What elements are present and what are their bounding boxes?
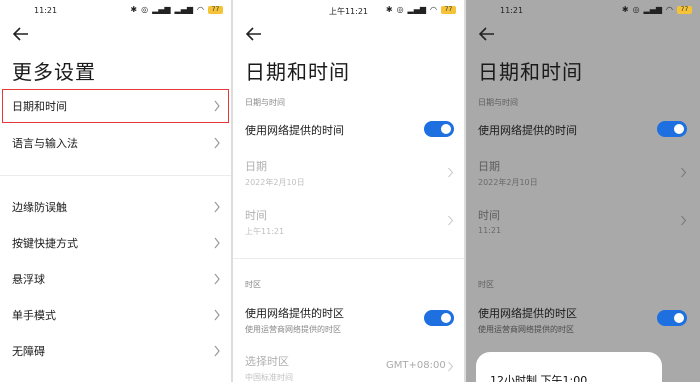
time-format-sheet: 12小时制 下午1:00 <box>476 352 662 382</box>
bluetooth-icon: ✱ <box>621 5 629 14</box>
more-settings-screen: 11:21 ✱ ◎ ▂▄▆ ▂▄▆ ◠ 77 更多设置 日期和时间 语言与输入法… <box>0 0 231 382</box>
time-value: 上午11:21 <box>245 227 285 236</box>
use-network-time-toggle[interactable] <box>657 121 687 137</box>
divider <box>0 175 231 176</box>
select-timezone-sub: 中国标准时间 <box>245 373 293 382</box>
date-time-screen-dimmed: 11:21 ✱ ◎ ▂▄▆ ◠ 77 日期和时间 日期与时间 使用网络提供的时间… <box>466 0 700 382</box>
use-network-tz-row: 使用网络提供的时区 使用运营商网络提供的时区 <box>245 305 344 335</box>
menu-item-label: 单手模式 <box>12 309 56 322</box>
date-row[interactable]: 日期 2022年2月10日 <box>478 158 538 188</box>
wifi-icon: ◠ <box>430 5 437 14</box>
use-network-time-row: 使用网络提供的时间 <box>245 122 344 138</box>
menu-item-label: 悬浮球 <box>12 273 45 286</box>
chevron-right-icon <box>681 215 687 226</box>
date-row[interactable]: 日期 2022年2月10日 <box>245 158 305 188</box>
time-value: 11:21 <box>478 226 502 235</box>
status-icons: ✱ ◎ ▂▄▆ ▂▄▆ ◠ 77 <box>130 5 223 14</box>
status-time: 11:21 <box>34 6 58 15</box>
battery-icon: 77 <box>677 5 692 14</box>
use-network-tz-label: 使用网络提供的时区 <box>478 307 577 320</box>
status-bar: 11:21 ✱ ◎ ▂▄▆ ◠ 77 <box>466 5 700 19</box>
menu-item-label: 按键快捷方式 <box>12 237 78 250</box>
chevron-right-icon <box>214 137 220 149</box>
menu-item-date-time[interactable]: 日期和时间 <box>0 89 231 125</box>
status-icons: ✱ ◎ ▂▄▆ ◠ 77 <box>622 5 692 14</box>
date-time-screen: 上午11:21 ✱ ◎ ▂▄▆ ◠ 77 日期和时间 日期与时间 使用网络提供的… <box>233 0 464 382</box>
select-timezone-label: 选择时区 <box>245 355 289 368</box>
signal-icon: ▂▄▆ <box>407 5 427 14</box>
alarm-icon: ◎ <box>141 5 149 14</box>
menu-item-floating-ball[interactable]: 悬浮球 <box>0 262 231 298</box>
signal-icon: ▂▄▆ <box>643 5 663 14</box>
menu-item-button-shortcuts[interactable]: 按键快捷方式 <box>0 226 231 262</box>
wifi-icon: ◠ <box>666 5 673 14</box>
alarm-icon: ◎ <box>632 5 640 14</box>
chevron-right-icon <box>214 201 220 213</box>
time-label: 时间 <box>478 209 500 222</box>
battery-icon: 77 <box>208 5 223 14</box>
select-timezone-row[interactable]: 选择时区 中国标准时间 <box>245 353 293 382</box>
wifi-icon: ◠ <box>197 5 204 14</box>
divider <box>233 258 464 259</box>
use-network-time-label: 使用网络提供的时间 <box>478 124 577 137</box>
chevron-right-icon <box>214 237 220 249</box>
time-label: 时间 <box>245 209 267 222</box>
signal-icon-2: ▂▄▆ <box>174 5 194 14</box>
use-network-tz-toggle[interactable] <box>424 310 454 326</box>
section-header: 日期与时间 <box>478 98 518 107</box>
menu-item-label: 语言与输入法 <box>12 137 78 150</box>
time-row[interactable]: 时间 上午11:21 <box>245 207 284 237</box>
menu-item-language-input[interactable]: 语言与输入法 <box>0 126 231 162</box>
use-network-tz-row: 使用网络提供的时区 使用运营商网络提供的时区 <box>478 305 577 335</box>
menu-item-accessibility[interactable]: 无障碍 <box>0 334 231 370</box>
use-network-tz-sub: 使用运营商网络提供的时区 <box>478 325 574 334</box>
bluetooth-icon: ✱ <box>385 5 393 14</box>
page-title: 日期和时间 <box>245 60 350 84</box>
gmt-value: GMT+08:00 <box>386 360 446 371</box>
date-value: 2022年2月10日 <box>245 178 305 187</box>
chevron-right-icon <box>214 309 220 321</box>
use-network-time-toggle[interactable] <box>424 121 454 137</box>
alarm-icon: ◎ <box>396 5 404 14</box>
page-title: 日期和时间 <box>478 60 583 84</box>
chevron-right-icon <box>214 100 220 112</box>
status-bar: 上午11:21 ✱ ◎ ▂▄▆ ◠ 77 <box>233 5 464 19</box>
screenshot-composite: 11:21 ✱ ◎ ▂▄▆ ▂▄▆ ◠ 77 更多设置 日期和时间 语言与输入法… <box>0 0 700 382</box>
bluetooth-icon: ✱ <box>130 5 138 14</box>
page-title: 更多设置 <box>12 60 96 84</box>
use-network-tz-toggle[interactable] <box>657 310 687 326</box>
use-network-time-row: 使用网络提供的时间 <box>478 122 577 138</box>
battery-icon: 77 <box>441 5 456 14</box>
status-bar: 11:21 ✱ ◎ ▂▄▆ ▂▄▆ ◠ 77 <box>0 5 231 19</box>
back-arrow-icon[interactable] <box>478 25 496 43</box>
chevron-right-icon <box>448 167 454 178</box>
signal-icon: ▂▄▆ <box>152 5 171 14</box>
chevron-right-icon <box>214 345 220 357</box>
section-header: 时区 <box>478 280 494 289</box>
menu-item-label: 日期和时间 <box>12 100 67 113</box>
chevron-right-icon <box>681 167 687 178</box>
back-arrow-icon[interactable] <box>12 25 30 43</box>
status-icons: ✱ ◎ ▂▄▆ ◠ 77 <box>386 5 456 14</box>
menu-item-edge-protection[interactable]: 边缘防误触 <box>0 190 231 226</box>
status-time: 11:21 <box>500 6 524 15</box>
use-network-time-label: 使用网络提供的时间 <box>245 124 344 137</box>
date-label: 日期 <box>245 160 267 173</box>
section-header: 时区 <box>245 280 261 289</box>
chevron-right-icon <box>448 361 454 372</box>
use-network-tz-label: 使用网络提供的时区 <box>245 307 344 320</box>
chevron-right-icon <box>448 215 454 226</box>
date-value: 2022年2月10日 <box>478 178 538 187</box>
time-format-option[interactable]: 12小时制 下午1:00 <box>490 372 587 382</box>
section-header: 日期与时间 <box>245 98 285 107</box>
back-arrow-icon[interactable] <box>245 25 263 43</box>
use-network-tz-sub: 使用运营商网络提供的时区 <box>245 325 341 334</box>
menu-item-label: 边缘防误触 <box>12 201 67 214</box>
menu-item-label: 无障碍 <box>12 345 45 358</box>
time-row[interactable]: 时间 11:21 <box>478 207 501 235</box>
date-label: 日期 <box>478 160 500 173</box>
menu-item-one-hand[interactable]: 单手模式 <box>0 298 231 334</box>
chevron-right-icon <box>214 273 220 285</box>
